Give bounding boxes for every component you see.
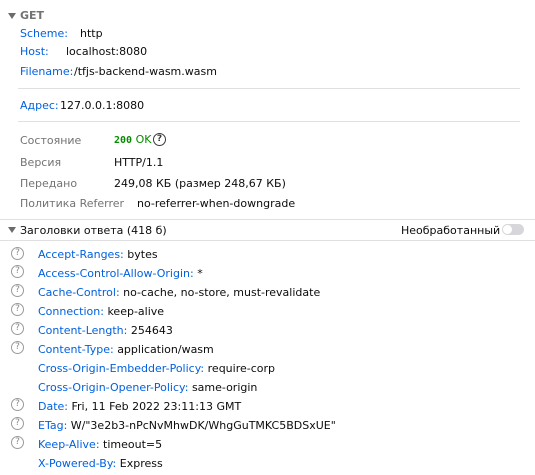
request-method: GET [20, 9, 45, 22]
filename-value: /tfjs-backend-wasm.wasm [74, 65, 217, 78]
host-value: localhost:8080 [66, 45, 148, 58]
header-name: Cross-Origin-Opener-Policy: [38, 381, 189, 394]
raw-toggle-label: Необработанный [401, 224, 501, 237]
divider [18, 88, 520, 89]
filename-label: Filename: [20, 65, 74, 78]
header-name: Content-Type: [38, 343, 114, 356]
header-value: W/"3e2b3-nPcNvMhwDK/WhgGuTMKC5BDSxUE" [70, 419, 336, 432]
help-icon[interactable]: ? [11, 398, 24, 411]
help-icon[interactable]: ? [153, 133, 166, 146]
header-name: Content-Length: [38, 324, 128, 337]
header-value: bytes [127, 248, 158, 261]
address-value: 127.0.0.1:8080 [60, 99, 145, 112]
header-row[interactable]: Cache-Control: no-cache, no-store, must-… [38, 286, 320, 299]
help-icon[interactable]: ? [11, 341, 24, 354]
header-value: * [197, 267, 203, 280]
version-label: Версия [20, 156, 62, 169]
header-row[interactable]: Accept-Ranges: bytes [38, 248, 158, 261]
help-icon[interactable]: ? [11, 436, 24, 449]
response-headers-bar[interactable]: Заголовки ответа (418 б) Необработанный [0, 219, 535, 241]
header-value: Express [119, 457, 163, 470]
help-icon[interactable]: ? [11, 247, 24, 260]
scheme-value: http [80, 27, 103, 40]
status-text: OK [135, 133, 152, 146]
referrer-policy-label: Политика Referrer [20, 197, 125, 210]
help-icon[interactable]: ? [11, 417, 24, 430]
divider [18, 121, 520, 122]
scheme-label: Scheme: [20, 27, 68, 40]
header-name: Keep-Alive: [38, 438, 100, 451]
header-row[interactable]: Connection: keep-alive [38, 305, 164, 318]
header-value: same-origin [191, 381, 258, 394]
header-name: Cache-Control: [38, 286, 120, 299]
header-name: X-Powered-By: [38, 457, 117, 470]
status-label: Состояние [20, 134, 82, 147]
header-row[interactable]: Access-Control-Allow-Origin: * [38, 267, 203, 280]
address-label: Адрес: [20, 99, 59, 112]
header-value: keep-alive [107, 305, 165, 318]
header-row[interactable]: Cross-Origin-Opener-Policy: same-origin [38, 381, 257, 394]
transferred-value: 249,08 КБ (размер 248,67 КБ) [114, 177, 286, 190]
collapse-twisty-icon[interactable] [8, 13, 16, 19]
header-value: no-cache, no-store, must-revalidate [123, 286, 321, 299]
response-headers-title: Заголовки ответа (418 б) [20, 224, 167, 237]
help-icon[interactable]: ? [11, 265, 24, 278]
header-name: Cross-Origin-Embedder-Policy: [38, 362, 205, 375]
help-icon[interactable]: ? [11, 322, 24, 335]
header-value: require-corp [207, 362, 275, 375]
version-value: HTTP/1.1 [114, 156, 164, 169]
header-row[interactable]: Keep-Alive: timeout=5 [38, 438, 162, 451]
header-row[interactable]: X-Powered-By: Express [38, 457, 163, 470]
header-name: Accept-Ranges: [38, 248, 124, 261]
header-row[interactable]: Content-Length: 254643 [38, 324, 173, 337]
header-value: timeout=5 [103, 438, 163, 451]
status-code: 200 [114, 135, 133, 146]
header-value: application/wasm [117, 343, 214, 356]
collapse-twisty-icon[interactable] [8, 227, 16, 233]
help-icon[interactable]: ? [11, 303, 24, 316]
header-name: ETag: [38, 419, 68, 432]
header-row[interactable]: Date: Fri, 11 Feb 2022 23:11:13 GMT [38, 400, 241, 413]
header-name: Access-Control-Allow-Origin: [38, 267, 194, 280]
raw-toggle[interactable] [502, 224, 524, 235]
header-value: Fri, 11 Feb 2022 23:11:13 GMT [71, 400, 242, 413]
header-name: Connection: [38, 305, 104, 318]
header-row[interactable]: ETag: W/"3e2b3-nPcNvMhwDK/WhgGuTMKC5BDSx… [38, 419, 336, 432]
help-icon[interactable]: ? [11, 284, 24, 297]
status-badge: 200 OK [114, 133, 151, 146]
host-label: Host: [20, 45, 49, 58]
header-value: 254643 [130, 324, 173, 337]
transferred-label: Передано [20, 177, 78, 190]
referrer-policy-value: no-referrer-when-downgrade [137, 197, 296, 210]
header-name: Date: [38, 400, 68, 413]
header-row[interactable]: Cross-Origin-Embedder-Policy: require-co… [38, 362, 275, 375]
header-row[interactable]: Content-Type: application/wasm [38, 343, 214, 356]
